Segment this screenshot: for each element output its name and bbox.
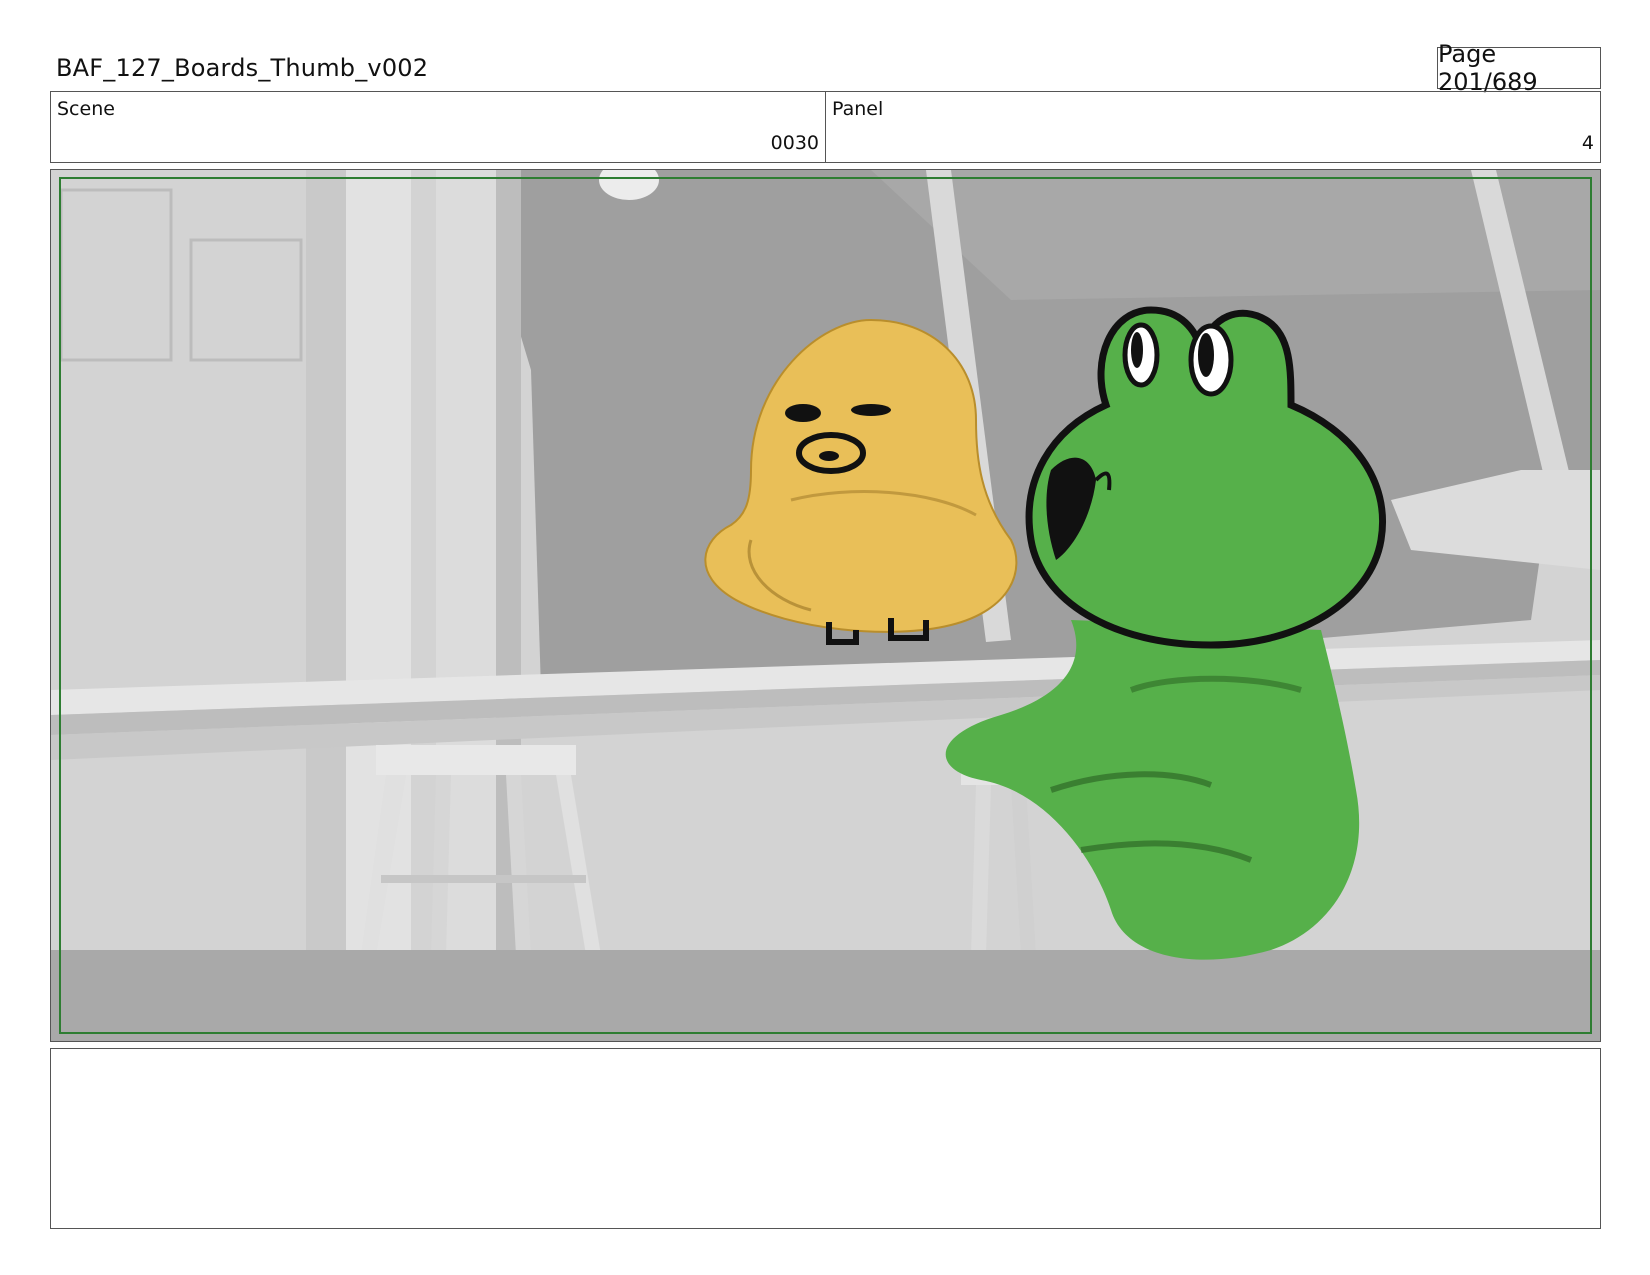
document-title: BAF_127_Boards_Thumb_v002 — [56, 54, 429, 82]
panel-cell: Panel 4 — [825, 92, 1600, 162]
floor — [51, 950, 1600, 1041]
duck-beak-inner — [819, 451, 839, 461]
panel-value: 4 — [1581, 132, 1594, 154]
panel-notes-box — [50, 1048, 1601, 1229]
frog-pupil-left — [1131, 332, 1143, 368]
frog-pupil-right — [1198, 333, 1214, 377]
storyboard-panel-image — [50, 169, 1601, 1042]
page-indicator: Page 201/689 — [1437, 40, 1601, 96]
scene-panel-info-row: Scene 0030 Panel 4 — [50, 91, 1601, 163]
scene-value: 0030 — [770, 132, 819, 154]
duck-eye-right — [851, 404, 891, 416]
storyboard-drawing — [51, 170, 1600, 1041]
column-left — [306, 170, 346, 990]
stool-rung — [381, 875, 586, 883]
stool-seat — [376, 745, 576, 775]
panel-label: Panel — [832, 98, 884, 120]
duck-eye-left — [785, 404, 821, 422]
scene-cell: Scene 0030 — [51, 92, 825, 162]
scene-label: Scene — [57, 98, 115, 120]
